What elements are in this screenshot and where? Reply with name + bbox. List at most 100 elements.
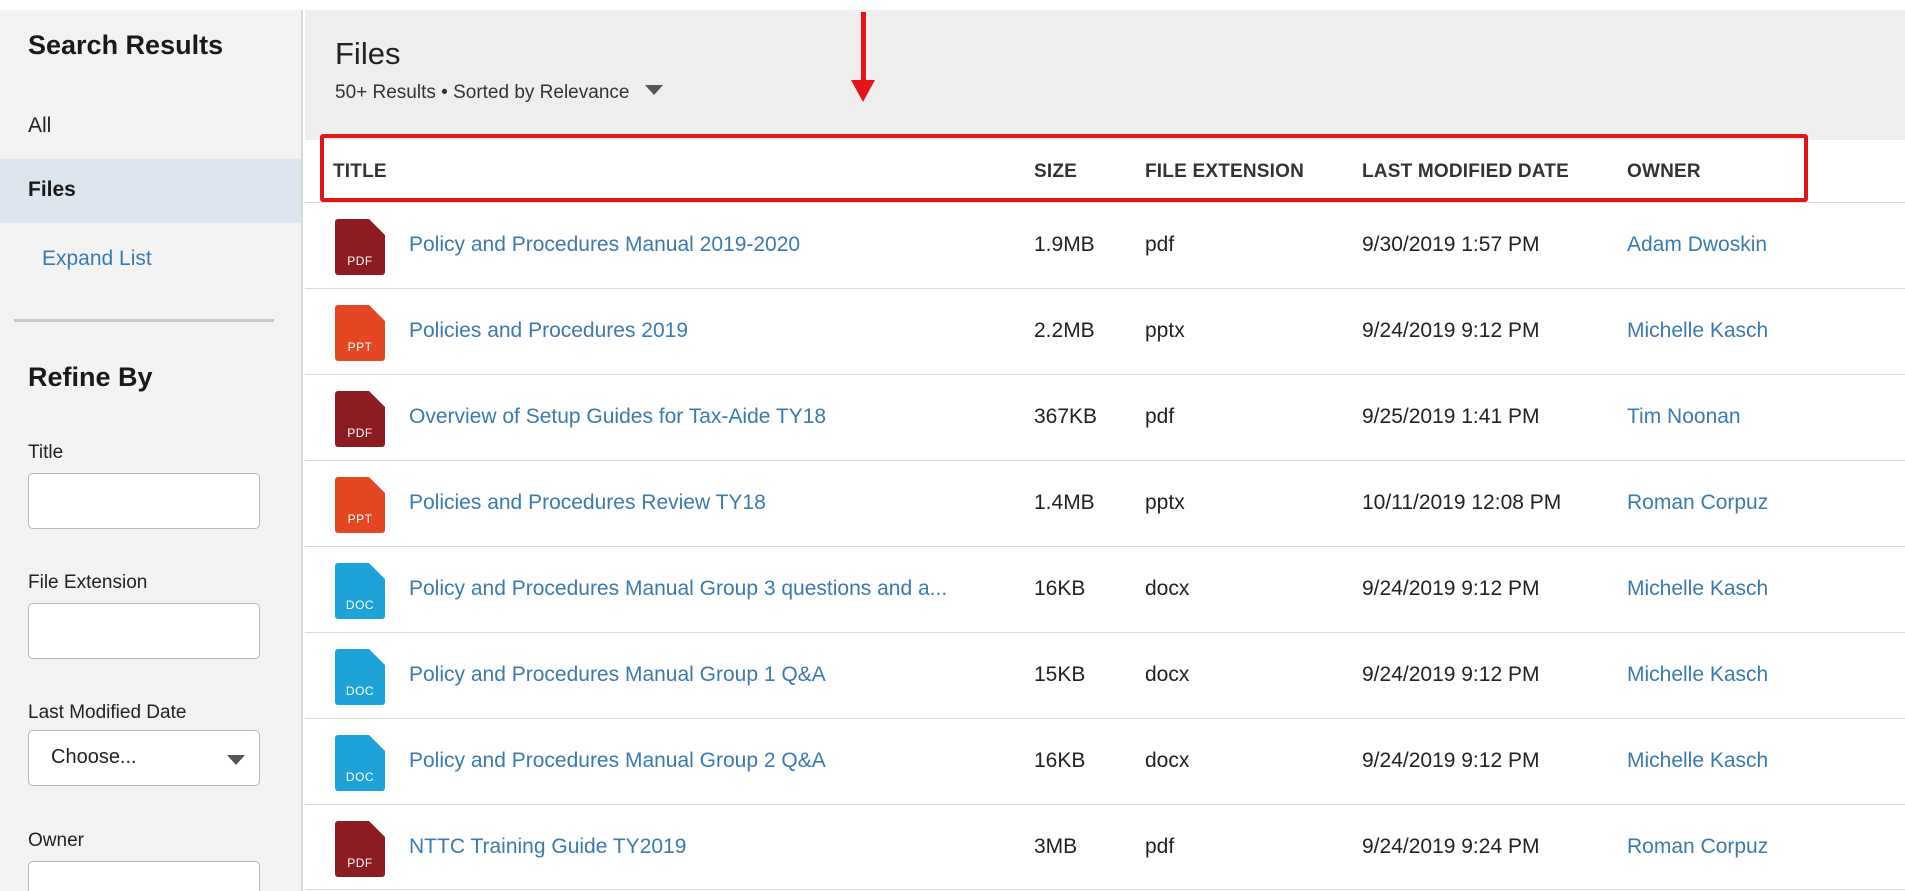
page-fold-icon xyxy=(369,477,385,493)
ppt-file-icon: PPT xyxy=(335,305,385,361)
file-type-tag: DOC xyxy=(345,598,375,612)
doc-file-icon: DOC xyxy=(335,563,385,619)
last-modified-date: 9/24/2019 9:12 PM xyxy=(1362,319,1540,342)
ppt-file-icon: PPT xyxy=(335,477,385,533)
sidebar: Search Results All Files Expand List Ref… xyxy=(0,10,303,891)
file-size: 1.4MB xyxy=(1034,491,1095,514)
results-header: Files 50+ Results • Sorted by Relevance xyxy=(305,10,1905,140)
owner-link[interactable]: Tim Noonan xyxy=(1627,405,1741,429)
file-size: 1.9MB xyxy=(1034,233,1095,256)
file-title-link[interactable]: NTTC Training Guide TY2019 xyxy=(409,835,686,859)
table-row[interactable]: PDF Policy and Procedures Manual 2019-20… xyxy=(305,202,1905,288)
sort-by-relevance-control[interactable]: 50+ Results • Sorted by Relevance xyxy=(335,82,663,104)
last-modified-date-filter-label: Last Modified Date xyxy=(28,702,187,723)
refine-by-heading: Refine By xyxy=(28,362,153,392)
pdf-file-icon: PDF xyxy=(335,821,385,877)
sidebar-item-files-label: Files xyxy=(28,178,76,201)
pdf-file-icon: PDF xyxy=(335,391,385,447)
file-size: 3MB xyxy=(1034,835,1078,858)
file-size: 16KB xyxy=(1034,749,1086,772)
file-title-link[interactable]: Policy and Procedures Manual 2019-2020 xyxy=(409,233,800,257)
table-row[interactable]: DOC Policy and Procedures Manual Group 3… xyxy=(305,546,1905,632)
page-fold-icon xyxy=(369,649,385,665)
file-extension: pdf xyxy=(1145,405,1175,428)
owner-filter-input[interactable] xyxy=(28,861,260,891)
owner-link[interactable]: Michelle Kasch xyxy=(1627,319,1768,343)
page-fold-icon xyxy=(369,563,385,579)
owner-link[interactable]: Michelle Kasch xyxy=(1627,663,1768,687)
last-modified-date: 9/30/2019 1:57 PM xyxy=(1362,233,1540,256)
owner-link[interactable]: Roman Corpuz xyxy=(1627,491,1768,515)
file-extension: docx xyxy=(1145,577,1190,600)
owner-filter-label: Owner xyxy=(28,830,84,851)
table-row[interactable]: PPT Policies and Procedures Review TY18 … xyxy=(305,460,1905,546)
owner-link[interactable]: Adam Dwoskin xyxy=(1627,233,1767,257)
down-arrow-head-icon xyxy=(851,80,875,102)
sidebar-item-files[interactable]: Files xyxy=(0,159,301,223)
down-arrow-icon xyxy=(861,12,866,82)
file-extension: docx xyxy=(1145,749,1190,772)
sidebar-item-all[interactable]: All xyxy=(28,114,51,138)
file-title-link[interactable]: Policy and Procedures Manual Group 3 que… xyxy=(409,577,947,601)
table-row[interactable]: DOC Policy and Procedures Manual Group 1… xyxy=(305,632,1905,718)
owner-link[interactable]: Roman Corpuz xyxy=(1627,835,1768,859)
file-type-tag: PPT xyxy=(347,512,373,526)
table-row[interactable]: PDF Overview of Setup Guides for Tax-Aid… xyxy=(305,374,1905,460)
last-modified-date: 9/25/2019 1:41 PM xyxy=(1362,405,1540,428)
search-results-heading: Search Results xyxy=(28,30,224,60)
results-summary: 50+ Results • Sorted by Relevance xyxy=(335,82,630,103)
page-fold-icon xyxy=(369,219,385,235)
file-type-tag: DOC xyxy=(345,684,375,698)
pdf-file-icon: PDF xyxy=(335,219,385,275)
owner-link[interactable]: Michelle Kasch xyxy=(1627,749,1768,773)
file-size: 2.2MB xyxy=(1034,319,1095,342)
header-highlight-box xyxy=(320,134,1808,202)
file-extension-filter-input[interactable] xyxy=(28,603,260,659)
caret-down-icon xyxy=(227,755,245,765)
table-row[interactable]: DOC Policy and Procedures Manual Group 2… xyxy=(305,718,1905,804)
caret-down-icon xyxy=(644,85,663,95)
owner-link[interactable]: Michelle Kasch xyxy=(1627,577,1768,601)
table-row[interactable]: PDF NTTC Training Guide TY2019 3MB pdf 9… xyxy=(305,804,1905,890)
page-title: Files xyxy=(335,36,401,71)
last-modified-date: 9/24/2019 9:12 PM xyxy=(1362,749,1540,772)
file-title-link[interactable]: Policies and Procedures Review TY18 xyxy=(409,491,766,515)
results-table: TITLE SIZE FILE EXTENSION LAST MODIFIED … xyxy=(305,140,1905,890)
file-title-link[interactable]: Policy and Procedures Manual Group 1 Q&A xyxy=(409,663,826,687)
file-extension-filter-label: File Extension xyxy=(28,572,148,593)
last-modified-date-value: Choose... xyxy=(51,746,137,768)
page-fold-icon xyxy=(369,735,385,751)
page-fold-icon xyxy=(369,821,385,837)
file-extension: docx xyxy=(1145,663,1190,686)
file-size: 367KB xyxy=(1034,405,1098,428)
sidebar-divider xyxy=(14,319,274,322)
page-fold-icon xyxy=(369,391,385,407)
table-body: PDF Policy and Procedures Manual 2019-20… xyxy=(305,202,1905,890)
last-modified-date: 9/24/2019 9:12 PM xyxy=(1362,577,1540,600)
file-title-link[interactable]: Policy and Procedures Manual Group 2 Q&A xyxy=(409,749,826,773)
doc-file-icon: DOC xyxy=(335,735,385,791)
table-row[interactable]: PPT Policies and Procedures 2019 2.2MB p… xyxy=(305,288,1905,374)
last-modified-date: 9/24/2019 9:12 PM xyxy=(1362,663,1540,686)
title-filter-input[interactable] xyxy=(28,473,260,529)
file-extension: pptx xyxy=(1145,491,1185,514)
file-title-link[interactable]: Overview of Setup Guides for Tax-Aide TY… xyxy=(409,405,826,429)
last-modified-date-select[interactable]: Choose... xyxy=(28,730,260,786)
file-type-tag: PDF xyxy=(347,254,373,268)
file-extension: pdf xyxy=(1145,835,1175,858)
last-modified-date: 10/11/2019 12:08 PM xyxy=(1362,491,1562,514)
page-fold-icon xyxy=(369,305,385,321)
doc-file-icon: DOC xyxy=(335,649,385,705)
file-type-tag: PDF xyxy=(347,426,373,440)
file-type-tag: DOC xyxy=(345,770,375,784)
file-extension: pdf xyxy=(1145,233,1175,256)
file-type-tag: PPT xyxy=(347,340,373,354)
last-modified-date: 9/24/2019 9:24 PM xyxy=(1362,835,1540,858)
file-size: 15KB xyxy=(1034,663,1086,686)
file-type-tag: PDF xyxy=(347,856,373,870)
file-size: 16KB xyxy=(1034,577,1086,600)
file-title-link[interactable]: Policies and Procedures 2019 xyxy=(409,319,688,343)
file-extension: pptx xyxy=(1145,319,1185,342)
title-filter-label: Title xyxy=(28,442,64,463)
expand-list-link[interactable]: Expand List xyxy=(42,247,152,271)
